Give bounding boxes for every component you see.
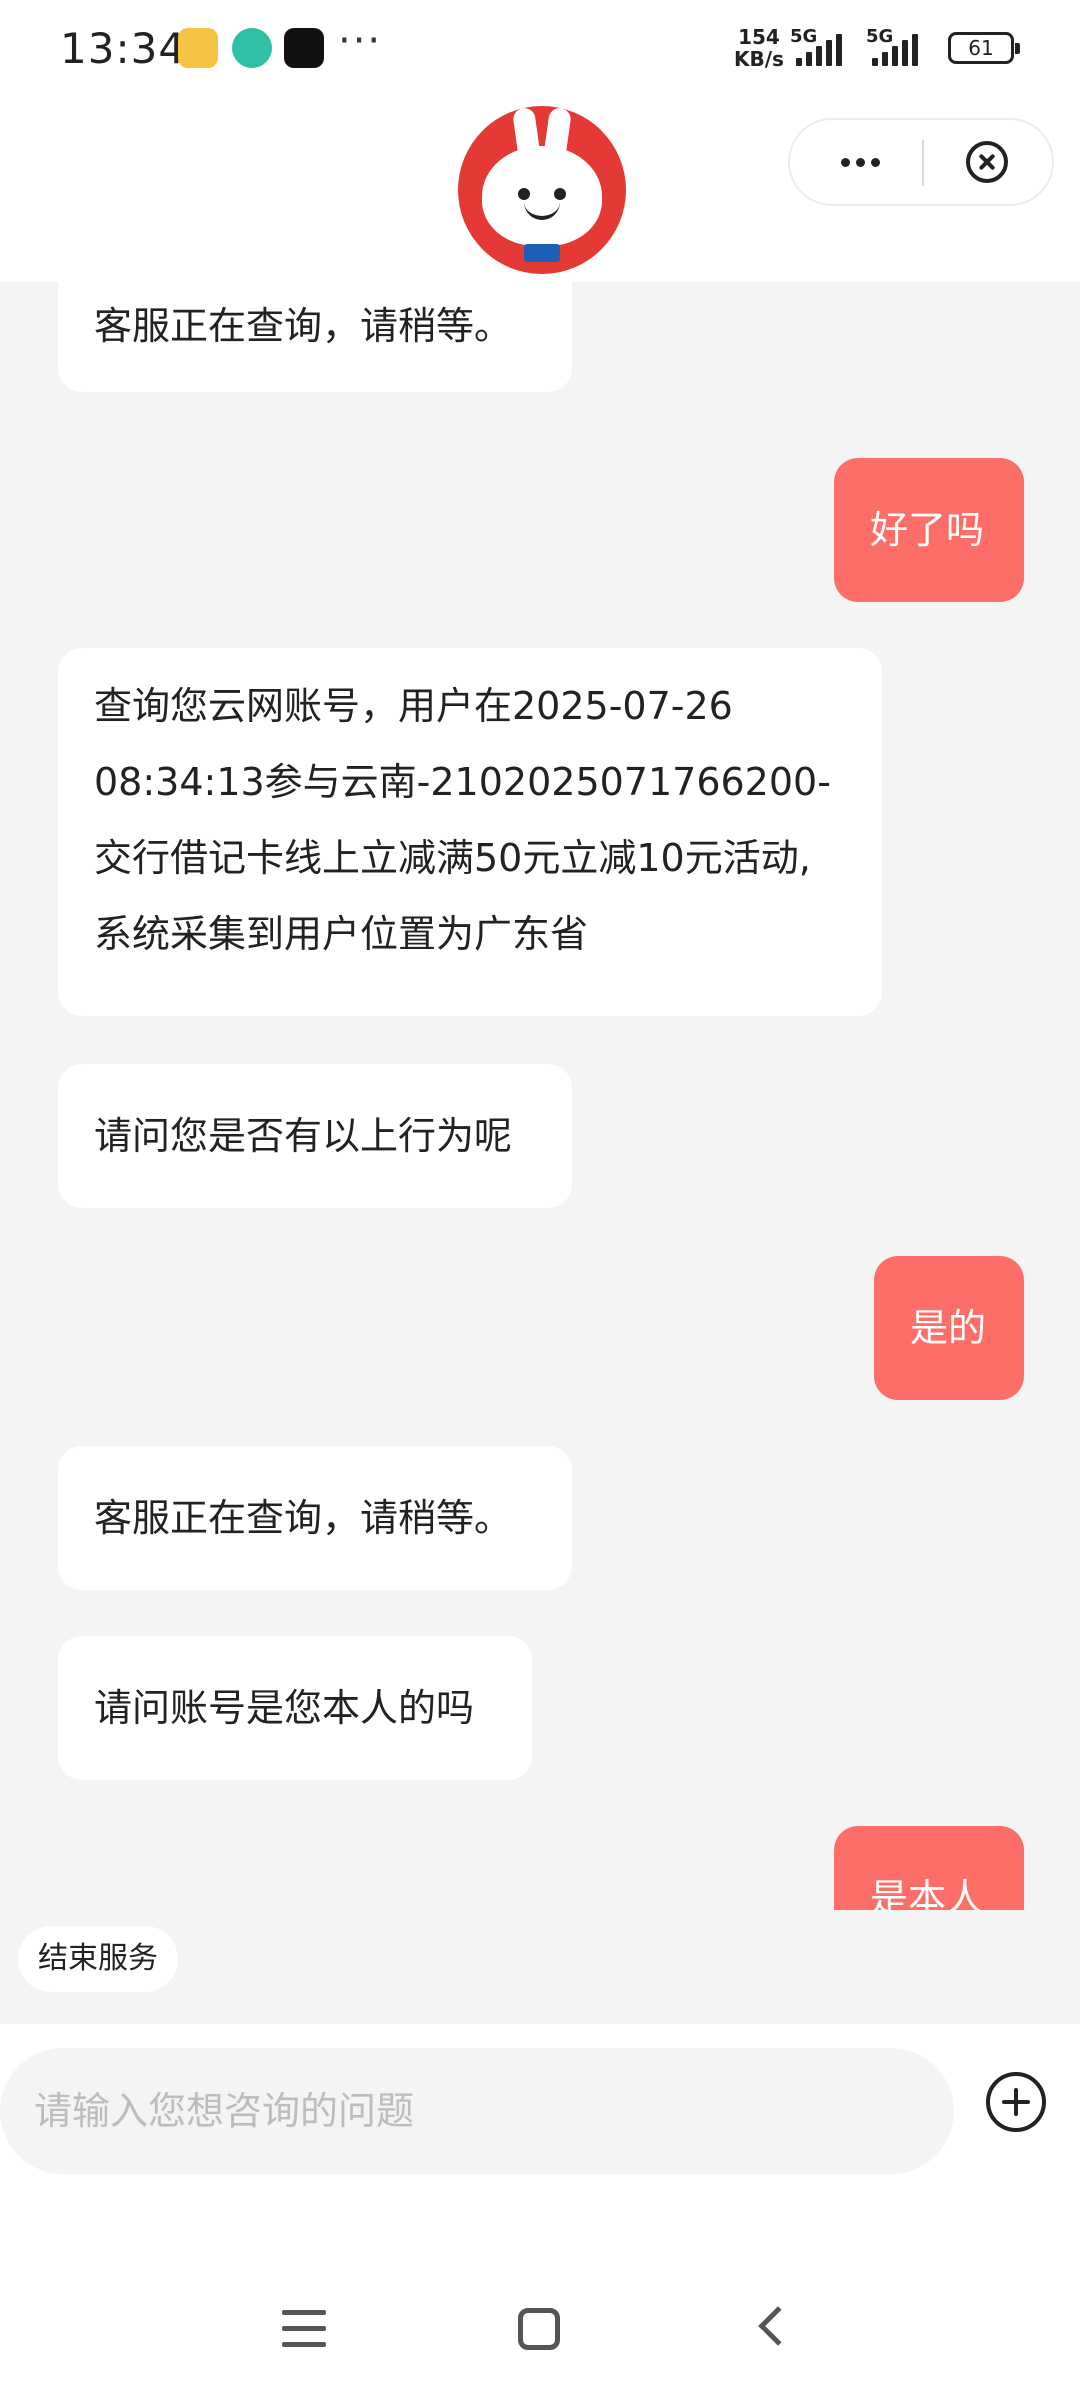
status-time: 13:34 [60,24,187,73]
message-text-line: 08:34:13参与云南-2102025071766200- [94,760,831,804]
chat-message-list[interactable]: 客服正在查询，请稍等。 好了吗 查询您云网账号，用户在2025-07-26 08… [0,282,1080,1910]
more-dots-icon[interactable] [820,120,900,204]
network-speed-unit: KB/s [734,47,784,71]
user-message: 好了吗 [834,458,1024,602]
signal-strength-icon: 5G [866,26,918,66]
home-icon[interactable] [518,2308,560,2350]
add-plus-icon[interactable] [986,2072,1046,2132]
message-text: 请问您是否有以上行为呢 [94,1114,513,1158]
message-text: 好了吗 [870,508,985,552]
app-notification-icon [178,28,218,68]
miniapp-capsule [788,118,1054,206]
bunny-mascot-avatar [458,106,626,274]
more-notifications-icon: ··· [338,18,383,64]
bot-message: 客服正在查询，请稍等。 [58,282,572,392]
network-speed-value: 154 [738,25,780,49]
message-text-line: 查询您云网账号，用户在2025-07-26 [94,684,733,728]
menu-icon[interactable] [282,2310,326,2370]
signal-label: 5G [790,26,818,47]
message-text: 是本人 [870,1876,985,1910]
app-notification-icon [232,28,272,68]
message-text: 请问账号是您本人的吗 [94,1686,475,1730]
user-message: 是的 [874,1256,1024,1400]
message-text-line: 系统采集到用户位置为广东省 [94,912,589,956]
bot-message: 请问您是否有以上行为呢 [58,1064,572,1208]
message-text-line: 交行借记卡线上立减满50元立减10元活动, [94,836,811,880]
message-text: 是的 [910,1306,987,1350]
bot-message: 请问账号是您本人的吗 [58,1636,532,1780]
user-message: 是本人 [834,1826,1024,1910]
battery-icon: 61 [948,32,1020,64]
message-text: 客服正在查询，请稍等。 [94,304,513,348]
end-service-button[interactable]: 结束服务 [18,1926,178,1992]
message-text: 客服正在查询，请稍等。 [94,1496,513,1540]
chat-header [0,100,1080,282]
bot-message: 客服正在查询，请稍等。 [58,1446,572,1590]
question-input[interactable] [0,2048,954,2174]
signal-strength-icon: 5G [790,26,842,66]
close-circle-icon[interactable] [966,141,1008,183]
signal-label: 5G [866,26,894,47]
bot-message: 查询您云网账号，用户在2025-07-26 08:34:13参与云南-21020… [58,648,882,1016]
capsule-divider [922,140,924,186]
app-notification-icon [284,28,324,68]
network-speed: 154 KB/s [734,26,784,70]
status-bar: 13:34 ··· 154 KB/s 5G 5G 61 [0,0,1080,100]
